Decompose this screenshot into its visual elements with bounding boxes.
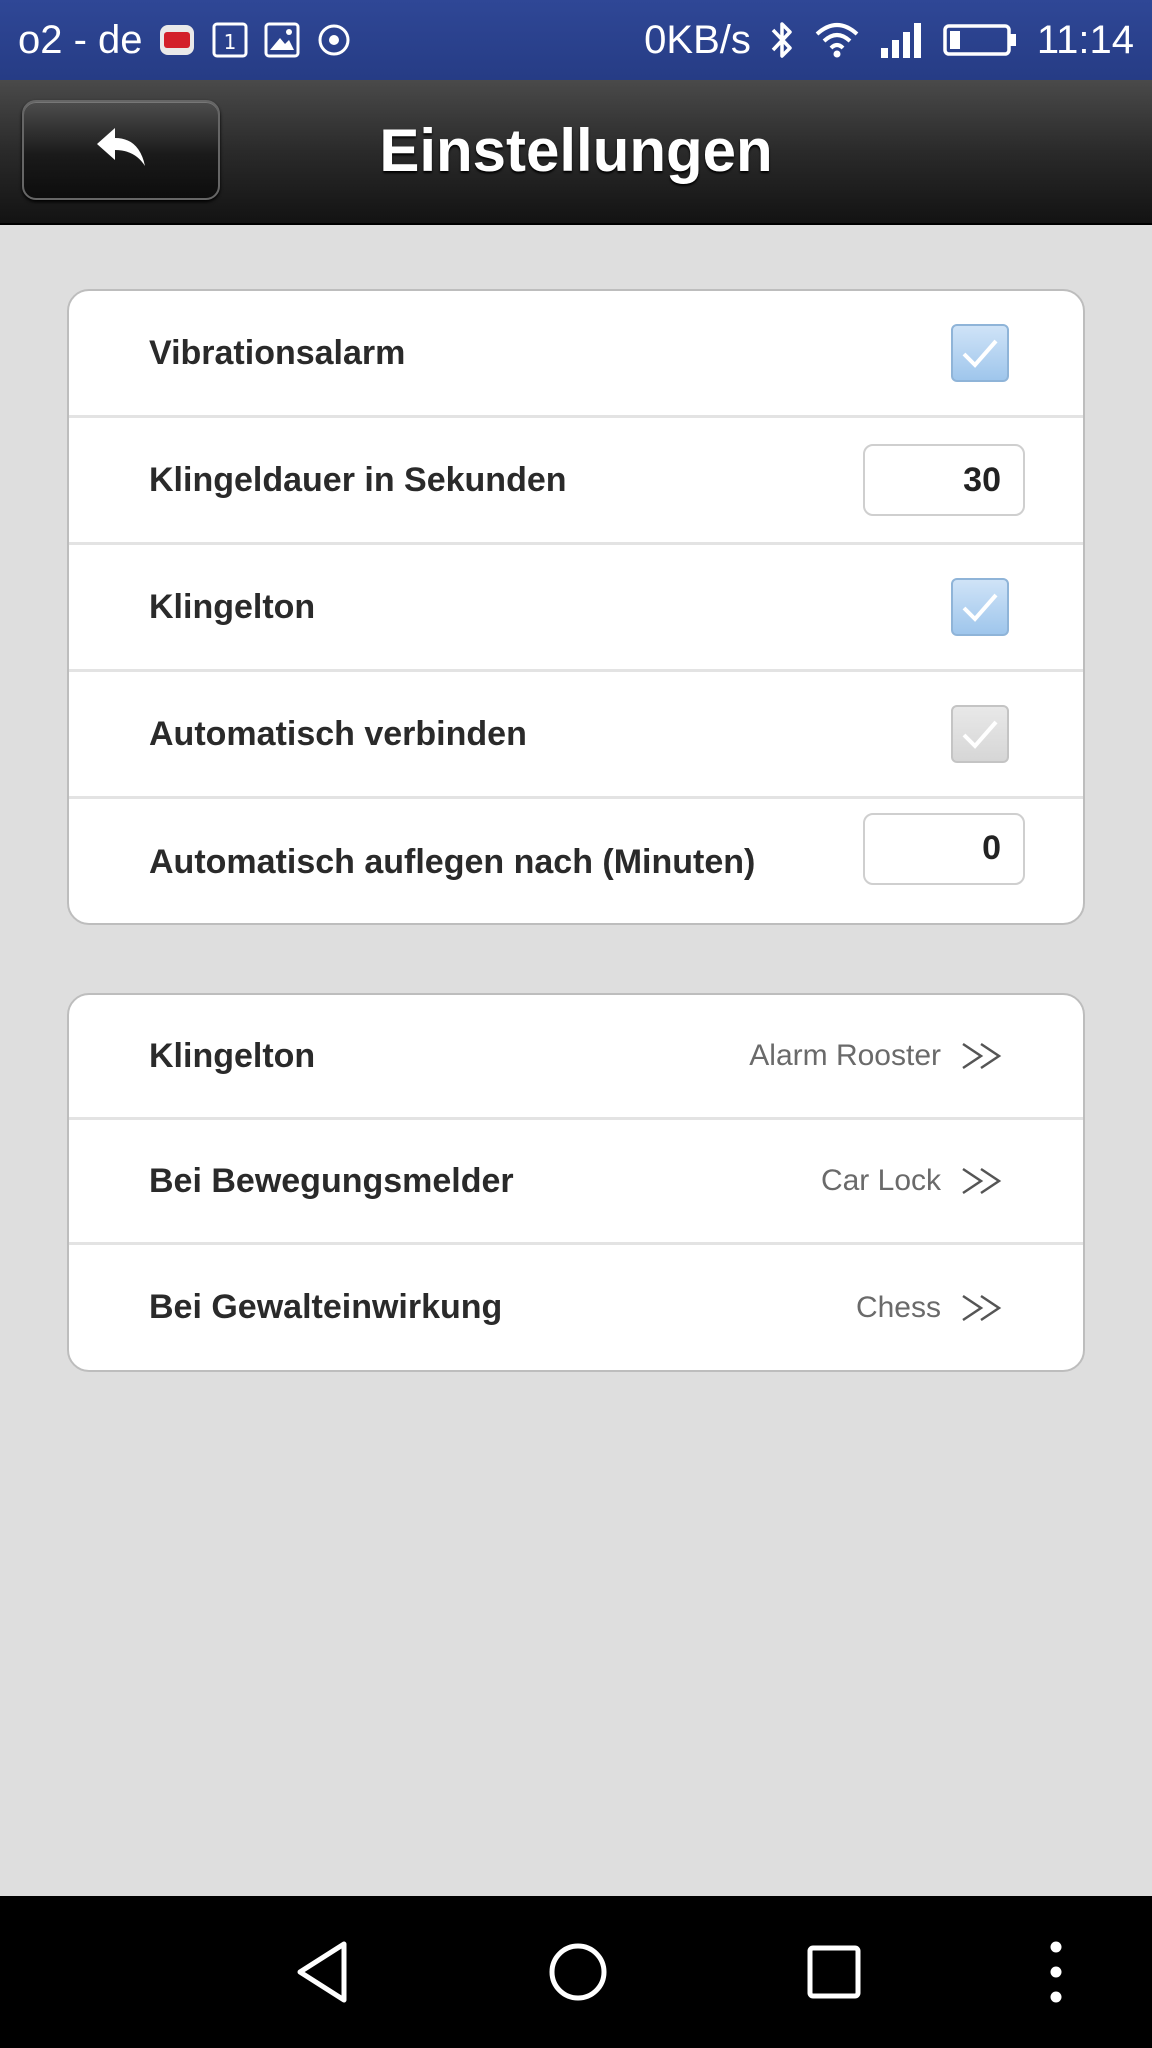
- setting-row-automatisch-auflegen: Automatisch auflegen nach (Minuten) 0: [69, 799, 1083, 923]
- back-triangle-icon: [297, 1941, 347, 2003]
- setting-label: Klingelton: [149, 587, 316, 626]
- sound-value: Car Lock: [820, 1164, 941, 1197]
- sound-row-klingelton[interactable]: Klingelton Alarm Rooster: [69, 995, 1083, 1120]
- nav-overflow-button[interactable]: [986, 1896, 1126, 2048]
- klingeldauer-input[interactable]: 30: [863, 444, 1025, 516]
- app-notification-icon: [157, 20, 197, 60]
- sound-label: Bei Bewegungsmelder: [149, 1161, 514, 1200]
- bluetooth-icon: [769, 18, 795, 62]
- sound-value: Chess: [855, 1290, 941, 1324]
- carrier-label: o2 - de: [18, 17, 143, 62]
- home-circle-icon: [549, 1943, 607, 2001]
- sound-card: Klingelton Alarm Rooster Bei Bewegungsme…: [67, 993, 1085, 1372]
- setting-label: Automatisch verbinden: [149, 714, 527, 753]
- double-chevron-right-icon: [961, 1041, 1005, 1071]
- checkmark-icon: [962, 593, 998, 622]
- nav-back-button[interactable]: [252, 1896, 392, 2048]
- signal-icon: [879, 20, 925, 60]
- clock: 11:14: [1036, 17, 1134, 62]
- vibrationsalarm-checkbox[interactable]: [951, 324, 1009, 382]
- nav-home-button[interactable]: [508, 1896, 648, 2048]
- wifi-icon: [813, 20, 861, 60]
- setting-row-automatisch-verbinden[interactable]: Automatisch verbinden: [69, 672, 1083, 799]
- svg-text:1: 1: [223, 30, 236, 54]
- battery-icon: [943, 20, 1019, 60]
- setting-row-klingelton[interactable]: Klingelton: [69, 545, 1083, 672]
- status-bar: o2 - de 1 0KB/s 11:14: [0, 0, 1152, 80]
- title-bar: Einstellungen: [0, 80, 1152, 225]
- automatisch-verbinden-checkbox[interactable]: [951, 705, 1009, 763]
- nav-recents-button[interactable]: [764, 1896, 904, 2048]
- double-chevron-right-icon: [961, 1293, 1005, 1323]
- checkmark-icon: [962, 720, 998, 749]
- sound-label: Bei Gewalteinwirkung: [149, 1288, 503, 1326]
- setting-label: Automatisch auflegen nach (Minuten): [149, 843, 756, 881]
- setting-row-klingeldauer: Klingeldauer in Sekunden 30: [69, 418, 1083, 545]
- sync-icon: [315, 21, 353, 59]
- navigation-bar: [0, 1896, 1152, 2048]
- sound-value: Alarm Rooster: [749, 1039, 941, 1072]
- setting-label: Klingeldauer in Sekunden: [149, 460, 567, 499]
- network-speed: 0KB/s: [644, 17, 751, 62]
- klingelton-checkbox[interactable]: [951, 578, 1009, 636]
- double-chevron-right-icon: [961, 1166, 1005, 1196]
- recents-square-icon: [807, 1945, 861, 1999]
- page-title: Einstellungen: [379, 117, 773, 184]
- sim-icon: 1: [211, 21, 249, 59]
- automatisch-auflegen-input[interactable]: 0: [863, 812, 1025, 885]
- setting-row-vibrationsalarm[interactable]: Vibrationsalarm: [69, 291, 1083, 418]
- overflow-menu-icon: [1050, 1941, 1062, 2003]
- image-icon: [263, 21, 301, 59]
- sound-row-bewegungsmelder[interactable]: Bei Bewegungsmelder Car Lock: [69, 1120, 1083, 1245]
- checkmark-icon: [962, 339, 998, 368]
- settings-card: Vibrationsalarm Klingeldauer in Sekunden…: [67, 289, 1085, 925]
- setting-label: Vibrationsalarm: [149, 333, 406, 372]
- sound-label: Klingelton: [149, 1036, 316, 1075]
- sound-row-gewalteinwirkung[interactable]: Bei Gewalteinwirkung Chess: [69, 1245, 1083, 1370]
